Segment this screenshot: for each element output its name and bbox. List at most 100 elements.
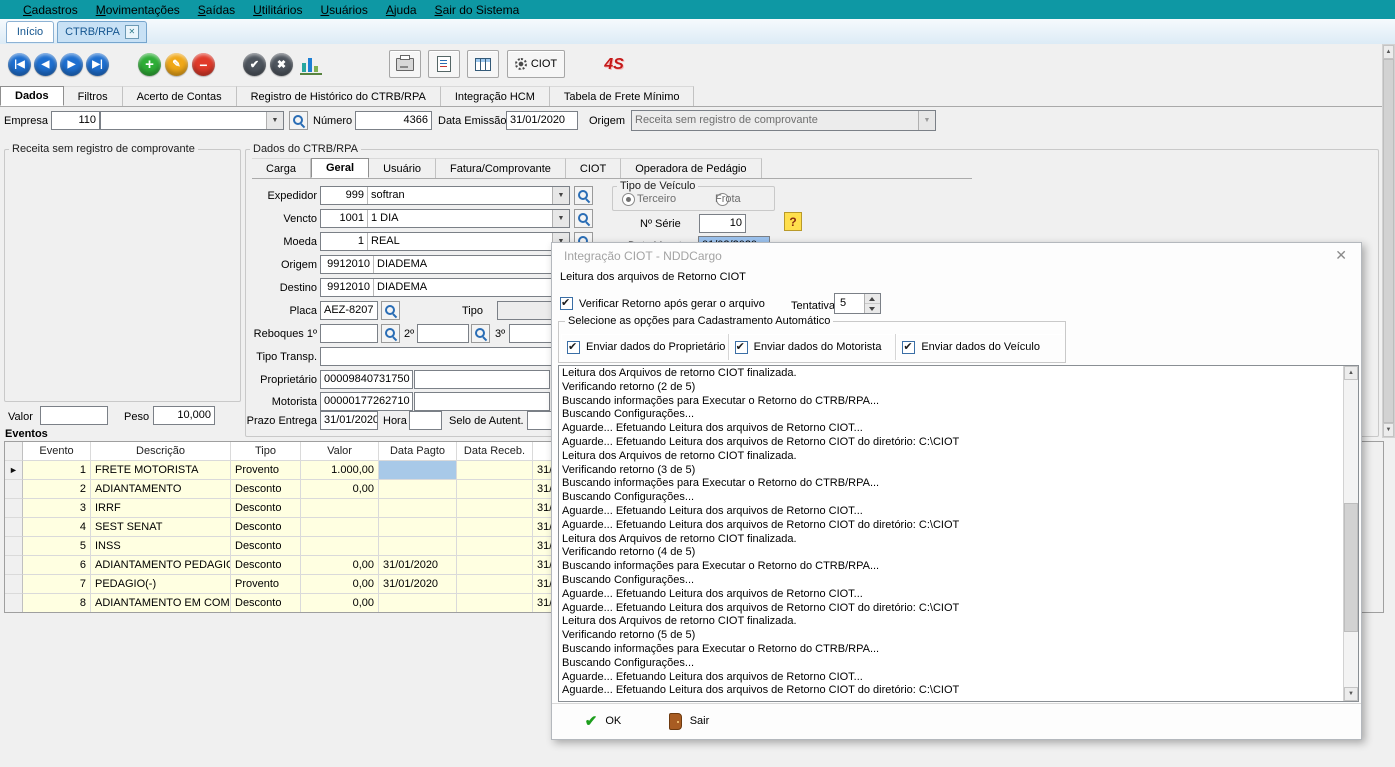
menu-item-saidas[interactable]: Saídas [189,2,244,18]
cell-descricao[interactable]: SEST SENAT [91,518,231,537]
cell-data_receb[interactable] [457,499,533,518]
cell-tipo[interactable]: Provento [231,461,301,480]
grid-col-descricao[interactable]: Descrição [91,442,231,461]
tipo-transp-field[interactable] [320,347,570,366]
ctrb-tab-geral[interactable]: Geral [311,158,369,178]
peso-field[interactable]: 10,000 [153,406,215,425]
verify-return-checkbox[interactable]: ✔ [560,297,573,310]
menu-item-movimentacoes[interactable]: Movimentações [87,2,189,18]
origem-cidade-field[interactable]: 9912010 DIADEMA [320,255,570,274]
nav-prev-button[interactable]: ◀ [34,53,57,76]
cell-valor[interactable]: 0,00 [301,575,379,594]
menu-item-cadastros[interactable]: Cadastros [14,2,87,18]
softran-4s-logo[interactable]: 4S [599,51,629,79]
vencto-name[interactable]: 1 DIA [368,210,552,227]
proprietario-name-field[interactable] [414,370,550,389]
cell-data_pagto[interactable]: 31/01/2020 [379,556,457,575]
dropdown-icon[interactable]: ▼ [552,210,569,227]
cell-tipo[interactable]: Desconto [231,480,301,499]
dropdown-icon[interactable]: ▼ [552,187,569,204]
export-grid-button[interactable] [467,50,499,78]
menu-item-ajuda[interactable]: Ajuda [377,2,426,18]
cell-evento[interactable]: 2 [23,480,91,499]
cell-tipo[interactable]: Desconto [231,518,301,537]
cell-data_pagto[interactable] [379,518,457,537]
cell-evento[interactable]: 5 [23,537,91,556]
origem-cidade-name[interactable]: DIADEMA [374,256,569,273]
nav-first-button[interactable]: |◀ [8,53,31,76]
moeda-combo[interactable]: 1 REAL ▼ [320,232,570,251]
add-record-button[interactable]: + [138,53,161,76]
cell-tipo[interactable]: Desconto [231,499,301,518]
cell-descricao[interactable]: ADIANTAMENTO EM COMBUST [91,594,231,613]
reboque2-search-button[interactable] [471,324,490,343]
cell-descricao[interactable]: PEDAGIO(-) [91,575,231,594]
tab-integracao-hcm[interactable]: Integração HCM [441,86,550,106]
vencto-code[interactable]: 1001 [321,210,368,227]
prazo-field[interactable]: 31/01/2020 [320,411,378,430]
checkbox-enviar-dados-do-motorista[interactable]: ✔ [735,341,748,354]
nav-last-button[interactable]: ▶| [86,53,109,76]
numero-field[interactable]: 4366 [355,111,432,130]
tab-filtros[interactable]: Filtros [64,86,123,106]
motorista-code-field[interactable]: 00000177262710 [320,392,413,411]
cell-data_receb[interactable] [457,480,533,499]
nav-next-button[interactable]: ▶ [60,53,83,76]
ctrb-tab-usuario[interactable]: Usuário [369,158,436,178]
tab-dados[interactable]: Dados [0,86,64,106]
valor-field[interactable] [40,406,108,425]
scroll-down-icon[interactable]: ▼ [1383,423,1394,437]
menu-item-sair-do-sistema[interactable]: Sair do Sistema [426,2,529,18]
tab-inicio[interactable]: Início [6,21,54,43]
ciot-button[interactable]: CIOT [507,50,565,78]
cell-descricao[interactable]: ADIANTAMENTO PEDAGIO(+) [91,556,231,575]
cell-valor[interactable] [301,518,379,537]
tab-ctrb-rpa[interactable]: CTRB/RPA ✕ [57,21,147,43]
motorista-name-field[interactable] [414,392,550,411]
report-button[interactable] [428,50,460,78]
cell-data_pagto[interactable] [379,499,457,518]
moeda-code[interactable]: 1 [321,233,368,250]
ctrb-tab-carga[interactable]: Carga [252,158,311,178]
cell-descricao[interactable]: INSS [91,537,231,556]
spin-down-icon[interactable] [865,304,880,313]
cell-data_pagto[interactable]: 31/01/2020 [379,575,457,594]
delete-record-button[interactable]: − [192,53,215,76]
empresa-search-button[interactable] [289,111,308,130]
log-scrollbar[interactable]: ▲ ▼ [1343,366,1358,701]
ctrb-tab-faturacomprovante[interactable]: Fatura/Comprovante [436,158,566,178]
cell-valor[interactable] [301,499,379,518]
ctrb-tab-ciot[interactable]: CIOT [566,158,621,178]
help-button[interactable]: ? [784,212,802,231]
cell-valor[interactable]: 0,00 [301,480,379,499]
cell-valor[interactable]: 0,00 [301,556,379,575]
cell-data_pagto[interactable] [379,537,457,556]
reboque2-field[interactable] [417,324,469,343]
dialog-close-icon[interactable]: ✕ [1335,247,1347,264]
log-scroll-up-icon[interactable]: ▲ [1344,366,1358,380]
expedidor-combo[interactable]: 999 softran ▼ [320,186,570,205]
grid-col-evento[interactable]: Evento [23,442,91,461]
cell-data_receb[interactable] [457,518,533,537]
menu-item-usuarios[interactable]: Usuários [311,2,376,18]
cell-data_receb[interactable] [457,556,533,575]
cell-data_receb[interactable] [457,594,533,613]
cell-data_receb[interactable] [457,575,533,594]
grid-col-data-receb[interactable]: Data Receb. [457,442,533,461]
dropdown-icon[interactable]: ▼ [266,112,283,129]
cell-data_pagto[interactable] [379,480,457,499]
origem-cidade-code[interactable]: 9912010 [321,256,374,273]
grid-col-tipo[interactable]: Tipo [231,442,301,461]
tab-registro-de-historico-do-ctrbrpa[interactable]: Registro de Histórico do CTRB/RPA [237,86,441,106]
placa-search-button[interactable] [381,301,400,320]
cell-tipo[interactable]: Desconto [231,594,301,613]
expedidor-name[interactable]: softran [368,187,552,204]
hora-field[interactable] [409,411,442,430]
reboque1-search-button[interactable] [381,324,400,343]
tentativas-spinner[interactable]: 5 [834,293,881,314]
grid-col-data-pagto[interactable]: Data Pagto [379,442,457,461]
cell-evento[interactable]: 4 [23,518,91,537]
expedidor-search-button[interactable] [574,186,593,205]
ok-button[interactable]: ✔ OK [566,707,640,735]
cell-data_pagto[interactable] [379,461,457,480]
